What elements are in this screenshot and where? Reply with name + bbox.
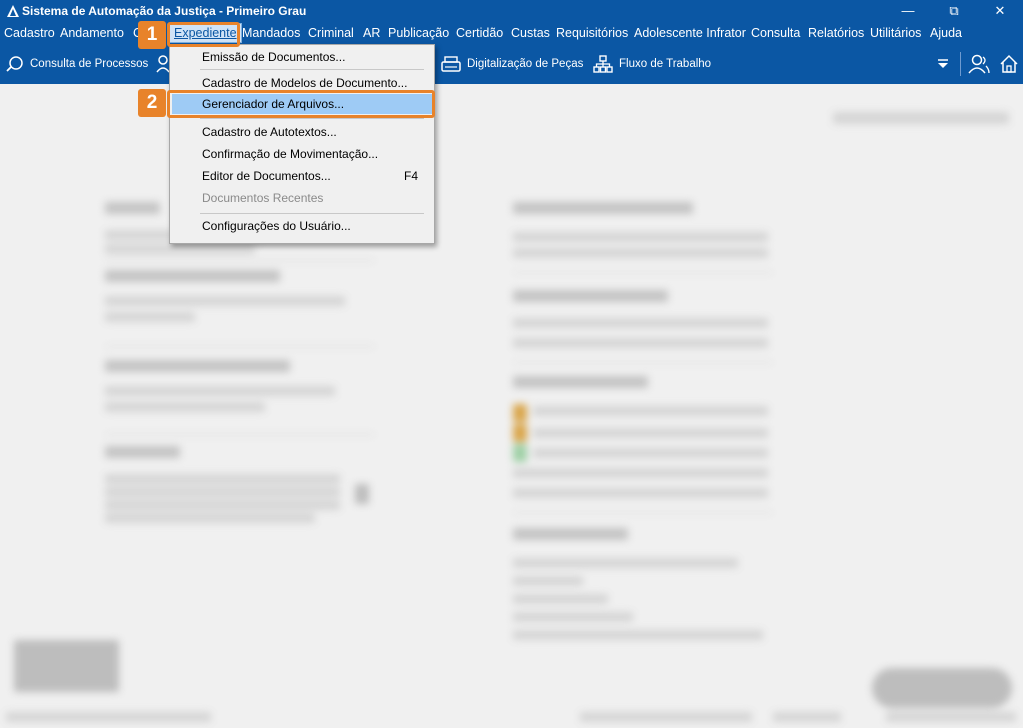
callout-1-badge: 1 [138, 21, 166, 49]
menu-custas[interactable]: Custas [511, 26, 550, 40]
home-icon [1000, 54, 1018, 73]
menu-item-label: Editor de Documentos... [202, 169, 331, 183]
dropdown-arrow-icon [938, 59, 948, 68]
menu-adolescente-infrator[interactable]: Adolescente Infrator [634, 26, 746, 40]
fluxo-trabalho-button[interactable]: Fluxo de Trabalho [593, 55, 711, 73]
close-button[interactable]: ✕ [977, 0, 1023, 22]
menu-item-label: Configurações do Usuário... [202, 219, 351, 233]
app-logo-icon [7, 5, 19, 17]
shortcut-key: F4 [403, 169, 418, 183]
consulta-processos-button[interactable]: Consulta de Processos [6, 55, 148, 73]
blurred-dashboard [0, 84, 1023, 728]
menu-relatorios[interactable]: Relatórios [808, 26, 864, 40]
menu-documentos-recentes: Documentos Recentes [172, 188, 432, 208]
toolbar-divider [960, 52, 961, 76]
menu-item-label: Confirmação de Movimentação... [202, 147, 379, 161]
menu-item-label: Cadastro de Autotextos... [202, 125, 337, 139]
window-title: Sistema de Automação da Justiça - Primei… [22, 4, 307, 18]
menu-configuracoes-usuario[interactable]: Configurações do Usuário... [172, 216, 432, 236]
menu-cadastro-autotextos[interactable]: Cadastro de Autotextos... [172, 122, 432, 142]
expediente-dropdown-menu: Emissão de Documentos... Cadastro de Mod… [169, 44, 435, 244]
title-bar: Sistema de Automação da Justiça - Primei… [0, 0, 1023, 22]
menu-separator [200, 69, 424, 70]
scanner-icon [441, 56, 461, 72]
callout-2-highlight [167, 90, 435, 118]
menu-separator [200, 118, 424, 119]
callout-1-highlight [167, 22, 240, 47]
menu-mandados[interactable]: Mandados [242, 26, 300, 40]
toolbar: Consulta de Processos Digitalização de P… [0, 44, 1023, 84]
menu-confirmacao-movimentacao[interactable]: Confirmação de Movimentação... [172, 144, 432, 164]
digitalizacao-pecas-label: Digitalização de Peças [467, 58, 584, 70]
consulta-processos-label: Consulta de Processos [30, 58, 149, 70]
menu-cadastro[interactable]: Cadastro [4, 26, 55, 40]
menu-publicacao[interactable]: Publicação [388, 26, 449, 40]
menu-item-label: Emissão de Documentos... [202, 50, 346, 64]
home-button[interactable] [999, 54, 1023, 73]
menu-separator [200, 213, 424, 214]
menu-utilitarios[interactable]: Utilitários [870, 26, 921, 40]
menu-requisitorios[interactable]: Requisitórios [556, 26, 628, 40]
menu-andamento[interactable]: Andamento [60, 26, 124, 40]
menu-item-label: Documentos Recentes [202, 191, 324, 205]
fluxo-trabalho-label: Fluxo de Trabalho [619, 58, 712, 70]
main-content-area [0, 84, 1023, 728]
users-icon [968, 54, 990, 74]
users-button[interactable] [968, 54, 996, 74]
person-icon [156, 55, 170, 73]
menu-criminal[interactable]: Criminal [308, 26, 354, 40]
workflow-icon [593, 55, 613, 73]
maximize-button[interactable]: ⧉ [931, 0, 977, 22]
menu-emissao-documentos[interactable]: Emissão de Documentos... [172, 47, 432, 67]
menu-ajuda[interactable]: Ajuda [930, 26, 962, 40]
minimize-button[interactable]: — [885, 0, 931, 22]
digitalizacao-pecas-button[interactable]: Digitalização de Peças [441, 55, 583, 73]
toolbar-more-button[interactable] [937, 55, 955, 73]
menu-item-label: Cadastro de Modelos de Documento... [202, 76, 408, 90]
menu-editor-documentos[interactable]: Editor de Documentos... F4 [172, 166, 432, 186]
menu-certidao[interactable]: Certidão [456, 26, 503, 40]
search-process-icon [6, 56, 23, 72]
menu-consulta[interactable]: Consulta [751, 26, 800, 40]
callout-2-badge: 2 [138, 89, 166, 117]
menu-ar[interactable]: AR [363, 26, 380, 40]
